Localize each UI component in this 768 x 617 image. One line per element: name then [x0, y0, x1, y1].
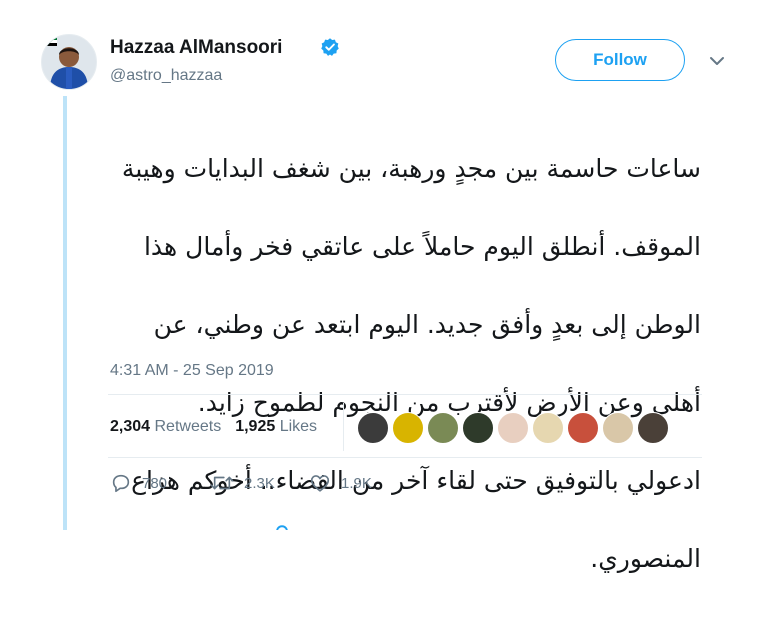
retweets-stat[interactable]: 2,304 Retweets — [110, 418, 221, 435]
thread-line — [63, 96, 67, 530]
user-handle[interactable]: @astro_hazzaa — [110, 67, 222, 85]
likes-stat[interactable]: 1,925 Likes — [235, 418, 317, 435]
likes-count: 1,925 — [235, 418, 276, 435]
retweet-icon — [210, 476, 234, 490]
retweets-label: Retweets — [154, 418, 222, 435]
partial-icon — [276, 525, 288, 530]
tweet-timestamp[interactable]: 4:31 AM - 25 Sep 2019 — [110, 362, 274, 380]
liker-avatar[interactable] — [602, 412, 634, 444]
tweet-text-line: الموقف. أنطلق اليوم حاملاً على عاتقي فخر… — [143, 232, 701, 261]
retweet-action[interactable]: 2.3K — [210, 472, 275, 494]
tweet-text-line: المنصوري. — [590, 544, 701, 573]
reply-count: 780 — [142, 474, 168, 492]
liker-avatar[interactable] — [462, 412, 494, 444]
avatar[interactable] — [41, 34, 97, 90]
reply-action[interactable]: 780 — [110, 472, 167, 494]
liker-avatar[interactable] — [497, 412, 529, 444]
verified-badge-icon — [321, 38, 339, 56]
retweet-count: 2.3K — [244, 474, 275, 492]
liker-avatar[interactable] — [357, 412, 389, 444]
heart-icon — [310, 475, 330, 492]
liker-avatar[interactable] — [637, 412, 669, 444]
tweet-text-line: الوطن إلى بعدٍ وأفق جديد. اليوم ابتعد عن… — [153, 310, 701, 339]
liker-avatar[interactable] — [567, 412, 599, 444]
tweet-text-line: ساعات حاسمة بين مجدٍ ورهبة، بين شغف البد… — [121, 154, 701, 183]
divider — [108, 457, 702, 458]
reply-icon — [112, 474, 130, 493]
chevron-down-icon[interactable] — [709, 55, 725, 67]
liker-avatar[interactable] — [392, 412, 424, 444]
tweet-text-line: ادعولي بالتوفيق حتى لقاء آخر من الفضاء..… — [131, 466, 701, 495]
follow-button[interactable]: Follow — [555, 39, 685, 81]
retweets-count: 2,304 — [110, 418, 151, 435]
avatar-image — [42, 35, 96, 89]
divider — [108, 394, 702, 395]
like-count: 1.9K — [341, 474, 372, 492]
liker-avatar[interactable] — [427, 412, 459, 444]
like-action[interactable]: 1.9K — [309, 472, 372, 494]
liker-avatar[interactable] — [532, 412, 564, 444]
likes-label: Likes — [279, 418, 318, 435]
engagement-stats: 2,304 Retweets 1,925 Likes — [110, 418, 317, 436]
stats-divider — [343, 403, 344, 451]
display-name[interactable]: Hazzaa AlMansoori — [110, 37, 282, 59]
